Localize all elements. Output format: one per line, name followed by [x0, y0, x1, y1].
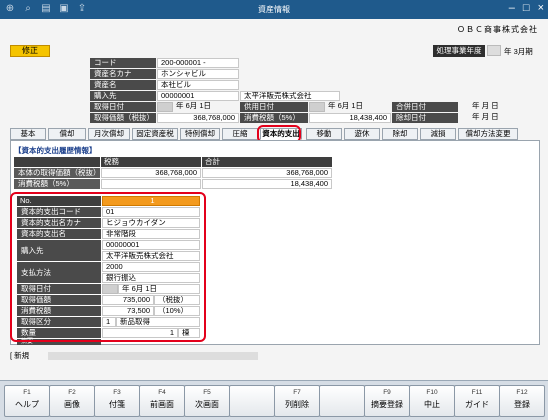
history-row2-label: 消費税額（5%） — [14, 179, 100, 189]
fiscal-year-label: 処理事業年度 — [433, 45, 485, 57]
acq-price-label: 取得価額（税抜） — [90, 113, 156, 123]
f1-help-button[interactable]: F1 ヘルプ — [4, 385, 50, 417]
code-field[interactable]: 200-000001 - — [157, 58, 239, 68]
f4-prev-screen-button[interactable]: F4 前画面 — [139, 385, 185, 417]
title-bar: ⊕ ⌕ ▤ ▣ ⇪ 資産情報 – □ × — [0, 0, 548, 19]
history-row2-total: 18,438,400 — [202, 179, 332, 189]
f11-key-label: F11 — [471, 389, 483, 396]
tab-method-change[interactable]: 償却方法変更 — [458, 128, 518, 140]
use-date-field[interactable]: 年 6月 1日 — [325, 102, 391, 112]
f9-label: 摘要登録 — [371, 400, 403, 409]
asset-name-label: 資産名 — [90, 80, 156, 90]
f7-label: 列削除 — [285, 400, 309, 409]
f9-key-label: F9 — [383, 389, 391, 396]
vendor-label: 購入先 — [90, 91, 156, 101]
f4-key-label: F4 — [158, 389, 166, 396]
close-icon[interactable]: × — [538, 2, 544, 14]
history-col-total: 合計 — [202, 157, 332, 167]
f5-key-label: F5 — [203, 389, 211, 396]
minimize-icon[interactable]: – — [509, 2, 515, 14]
mode-badge: 修正 — [10, 45, 50, 57]
history-header-blank — [14, 157, 100, 167]
history-title: 【資本的支出履歴情報】 — [14, 146, 97, 155]
use-year-field[interactable] — [309, 102, 325, 112]
f4-label: 前画面 — [150, 400, 174, 409]
f6-blank-button — [229, 385, 275, 417]
f12-register-button[interactable]: F12 登録 — [499, 385, 545, 417]
code-label: コード — [90, 58, 156, 68]
maximize-icon[interactable]: □ — [523, 2, 530, 14]
acq-price-field[interactable]: 368,768,000 — [157, 113, 239, 123]
f12-key-label: F12 — [516, 389, 528, 396]
f2-label: 画像 — [64, 400, 80, 409]
tab-transfer[interactable]: 移動 — [306, 128, 342, 140]
disposal-date-label: 除却日付 — [392, 113, 458, 123]
f1-label: ヘルプ — [15, 400, 39, 409]
f3-sticky-button[interactable]: F3 付箋 — [94, 385, 140, 417]
history-row1-total: 368,768,000 — [202, 168, 332, 178]
f5-label: 次画面 — [195, 400, 219, 409]
tab-idle[interactable]: 遊休 — [344, 128, 380, 140]
f7-delete-row-button[interactable]: F7 列削除 — [274, 385, 320, 417]
f5-next-screen-button[interactable]: F5 次画面 — [184, 385, 230, 417]
f10-key-label: F10 — [426, 389, 438, 396]
f2-key-label: F2 — [68, 389, 76, 396]
acq-date-field[interactable]: 年 6月 1日 — [173, 102, 239, 112]
f3-key-label: F3 — [113, 389, 121, 396]
f10-label: 中止 — [424, 400, 440, 409]
f7-key-label: F7 — [293, 389, 301, 396]
window-title: 資産情報 — [258, 5, 290, 14]
merge-date-label: 合併日付 — [392, 102, 458, 112]
window-controls: – □ × — [509, 2, 544, 14]
history-col-tax: 税務 — [101, 157, 201, 167]
history-row2-tax — [101, 179, 201, 189]
tab-retirement[interactable]: 除却 — [382, 128, 418, 140]
tab-impairment[interactable]: 減損 — [420, 128, 456, 140]
company-name: ＯＢＣ商事株式会社 — [457, 25, 538, 34]
f3-label: 付箋 — [109, 400, 125, 409]
status-prefix: [ 新規 — [10, 351, 30, 360]
tab-special-depreciation[interactable]: 特例償却 — [180, 128, 220, 140]
f9-summary-register-button[interactable]: F9 摘要登録 — [364, 385, 410, 417]
use-date-label: 供用日付 — [240, 102, 308, 112]
vendor-code-field[interactable]: 00000001 — [157, 91, 239, 101]
acq-year-field[interactable] — [157, 102, 173, 112]
fiscal-year-text: 年 3月期 — [504, 47, 533, 56]
acq-date-label: 取得日付 — [90, 102, 156, 112]
tab-depreciation[interactable]: 償却 — [48, 128, 86, 140]
function-key-bar: F1 ヘルプ F2 画像 F3 付箋 F4 前画面 F5 次画面 F7 列削除 F9 摘要登録… — [0, 380, 548, 420]
kana-field[interactable]: ホンシャビル — [157, 69, 239, 79]
tab-monthly-depreciation[interactable]: 月次償却 — [88, 128, 130, 140]
fiscal-year-field — [487, 45, 501, 56]
f1-key-label: F1 — [23, 389, 31, 396]
merge-date-field[interactable]: 年 月 日 — [460, 102, 530, 112]
tab-basic[interactable]: 基本 — [10, 128, 46, 140]
status-line: [ 新規 — [10, 350, 540, 362]
f8-blank-button — [319, 385, 365, 417]
vendor-name-field: 太平洋販売株式会社 — [240, 91, 340, 101]
tax-field[interactable]: 18,438,400 — [309, 113, 391, 123]
f10-cancel-button[interactable]: F10 中止 — [409, 385, 455, 417]
status-message — [48, 352, 258, 360]
tax-label: 消費税額（5%） — [240, 113, 308, 123]
f11-guide-button[interactable]: F11 ガイド — [454, 385, 500, 417]
f12-label: 登録 — [514, 400, 530, 409]
tab-compression[interactable]: 圧縮 — [222, 128, 258, 140]
f2-image-button[interactable]: F2 画像 — [49, 385, 95, 417]
history-row1-tax: 368,768,000 — [101, 168, 201, 178]
history-row1-label: 本体の取得価額（税抜） — [14, 168, 101, 178]
f11-label: ガイド — [465, 400, 489, 409]
asset-name-field[interactable]: 本社ビル — [157, 80, 239, 90]
kana-label: 資産名カナ — [90, 69, 156, 79]
detail-highlight — [10, 192, 206, 342]
tab-property-tax[interactable]: 固定資産税 — [132, 128, 178, 140]
disposal-date-field: 年 月 日 — [472, 113, 499, 121]
